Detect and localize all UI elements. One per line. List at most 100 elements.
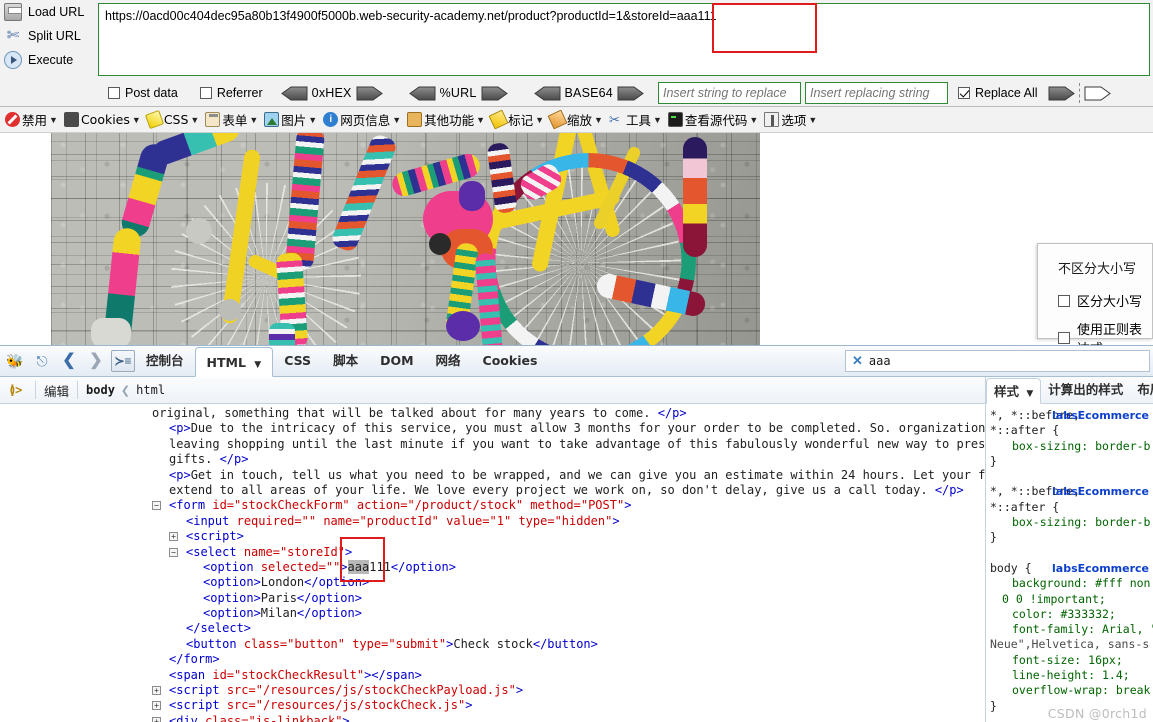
execute-button[interactable]: Execute — [0, 48, 95, 72]
referrer-checkbox[interactable]: Referrer — [199, 86, 263, 100]
code-line[interactable]: <p>Get in touch, tell us what you need t… — [0, 468, 985, 483]
encode-arrow-right-icon[interactable] — [617, 86, 644, 101]
tab-console[interactable]: 控制台 — [135, 346, 195, 376]
css-rule-line[interactable]: *, *::before, labsEcommerce — [986, 484, 1153, 499]
edit-source-icon[interactable]: ≬> — [5, 380, 27, 400]
use-regex-checkbox[interactable] — [1058, 332, 1070, 344]
menu-item-images[interactable]: 图片 ▼ — [261, 108, 320, 132]
replace-undo-arrow-icon[interactable] — [1084, 86, 1111, 101]
code-line[interactable]: <option>Milan</option> — [0, 606, 965, 621]
css-rule-line[interactable]: font-family: Arial, " — [986, 622, 1153, 637]
code-line[interactable]: original, something that will be talked … — [0, 406, 965, 421]
firebug-icon[interactable]: 🐝 — [3, 350, 27, 372]
css-rule-line[interactable]: *, *::before, labsEcommerce — [986, 408, 1153, 423]
menu-item-forms[interactable]: 表单 ▼ — [202, 108, 261, 132]
code-line[interactable]: − <select name="storeId"> — [0, 545, 965, 560]
breadcrumb-body[interactable]: body — [86, 383, 115, 397]
menu-item-cookies[interactable]: Cookies ▼ — [61, 108, 144, 132]
css-rule-line[interactable]: *::after { — [986, 500, 1153, 515]
css-rule-line[interactable]: line-height: 1.4; — [986, 668, 1153, 683]
css-rule-line[interactable]: background: #fff non — [986, 576, 1153, 591]
tab-dom[interactable]: DOM — [369, 346, 424, 376]
decode-arrow-left-icon[interactable] — [533, 86, 561, 101]
code-line[interactable]: − <form id="stockCheckForm" action="/prod… — [0, 498, 965, 513]
replace-all-checkbox[interactable]: Replace All — [957, 86, 1038, 100]
css-source-link[interactable]: labsEcommerce — [1052, 561, 1149, 576]
collapse-icon[interactable]: − — [152, 501, 161, 511]
navigate-back-icon[interactable]: ❮ — [57, 350, 81, 372]
base64-encoding-group[interactable]: BASE64 — [533, 86, 644, 101]
code-line[interactable]: <option>Paris</option> — [0, 591, 965, 606]
code-line[interactable]: </form> — [0, 652, 965, 667]
code-line[interactable]: extend to all areas of your life. We lov… — [0, 483, 965, 498]
command-line-icon[interactable]: ≻≡ — [111, 350, 135, 372]
load-url-button[interactable]: Load URL — [0, 0, 95, 24]
post-data-checkbox[interactable]: Post data — [108, 86, 178, 100]
code-line[interactable]: <p>Due to the intricacy of this service,… — [0, 421, 985, 436]
tab-css[interactable]: CSS — [273, 346, 322, 376]
menu-item-tools[interactable]: ✂ 工具 ▼ — [606, 108, 665, 132]
code-line[interactable]: <option selected="">aaa111</option> — [0, 559, 965, 575]
code-line[interactable]: gifts. </p> — [0, 452, 965, 467]
replace-search-input[interactable] — [657, 82, 801, 104]
decode-arrow-left-icon[interactable] — [280, 86, 308, 101]
replace-apply-arrow-icon[interactable] — [1048, 86, 1075, 101]
css-rule-line[interactable]: } — [986, 530, 1153, 545]
expand-icon[interactable]: + — [152, 701, 161, 711]
match-case-checkbox[interactable] — [1058, 294, 1070, 307]
css-rule-line[interactable] — [986, 469, 1153, 484]
css-rule-line[interactable]: overflow-wrap: break — [986, 683, 1153, 698]
match-case-option[interactable]: 区分大小写 — [1058, 291, 1152, 310]
tab-script[interactable]: 脚本 — [322, 346, 369, 376]
tab-html[interactable]: HTML ▼ — [194, 347, 274, 377]
tab-styles[interactable]: 样式 ▼ — [986, 378, 1042, 404]
css-rule-line[interactable] — [986, 546, 1153, 561]
tab-cookies[interactable]: Cookies — [472, 346, 549, 376]
hex-encoding-group[interactable]: 0xHEX — [280, 86, 383, 101]
encode-arrow-right-icon[interactable] — [356, 86, 383, 101]
navigate-forward-icon[interactable]: ❯ — [84, 350, 108, 372]
menu-item-outline[interactable]: 标记 ▼ — [488, 108, 547, 132]
breadcrumb-html[interactable]: html — [136, 383, 165, 397]
collapse-icon[interactable]: − — [169, 547, 178, 557]
menu-item-disable[interactable]: 禁用 ▼ — [2, 108, 61, 132]
css-rule-line[interactable]: Neue",Helvetica, sans-s — [986, 637, 1153, 652]
devtools-search-box[interactable]: ✕ aaa — [845, 350, 1150, 372]
css-source-link[interactable]: labsEcommerce — [1052, 408, 1149, 423]
inspect-element-icon[interactable]: ⎋ — [30, 350, 54, 372]
code-line[interactable]: <input required="" name="productId" valu… — [0, 514, 965, 529]
clear-search-icon[interactable]: ✕ — [852, 353, 863, 369]
menu-item-options[interactable]: 选项 ▼ — [761, 108, 820, 132]
edit-button[interactable]: 编辑 — [44, 381, 69, 400]
css-rule-line[interactable]: box-sizing: border-b — [986, 439, 1153, 454]
css-source-link[interactable]: labsEcommerce — [1052, 484, 1149, 499]
code-line[interactable]: <span id="stockCheckResult"></span> — [0, 668, 965, 683]
code-line[interactable]: <option>London</option> — [0, 575, 965, 590]
css-rule-line[interactable]: box-sizing: border-b — [986, 515, 1153, 530]
replace-with-input[interactable] — [804, 82, 948, 104]
url-input[interactable]: https://0acd00c404dec95a80b13f4900f5000b… — [98, 3, 1150, 76]
menu-item-page-info[interactable]: i 网页信息 ▼ — [320, 108, 404, 132]
code-line[interactable]: </select> — [0, 621, 965, 636]
menu-item-misc[interactable]: 其他功能 ▼ — [404, 108, 488, 132]
css-rule-line[interactable]: 0 0 !important; — [986, 592, 1153, 607]
split-url-button[interactable]: ✄ Split URL — [0, 24, 95, 48]
code-line[interactable]: + <script src="/resources/js/stockCheck.j… — [0, 698, 965, 713]
menu-item-resize[interactable]: 缩放 ▼ — [547, 108, 606, 132]
code-line[interactable]: + <script> — [0, 529, 965, 544]
expand-icon[interactable]: + — [152, 686, 161, 696]
html-source-pane[interactable]: original, something that will be talked … — [0, 404, 985, 722]
code-line[interactable]: + <script src="/resources/js/stockCheckPa… — [0, 683, 965, 698]
menu-item-view-source[interactable]: 查看源代码 ▼ — [665, 108, 761, 132]
expand-icon[interactable]: + — [152, 716, 161, 722]
css-rule-line[interactable]: body {labsEcommerce — [986, 561, 1153, 576]
css-rule-line[interactable]: } — [986, 454, 1153, 469]
encode-arrow-right-icon[interactable] — [481, 86, 508, 101]
url-encoding-group[interactable]: %URL — [408, 86, 508, 101]
css-rule-line[interactable]: font-size: 16px; — [986, 653, 1153, 668]
tab-computed-styles[interactable]: 计算出的样式 — [1041, 377, 1130, 403]
tab-layout[interactable]: 布局 — [1130, 377, 1153, 403]
code-line[interactable]: leaving shopping until the last minute i… — [0, 437, 985, 452]
expand-icon[interactable]: + — [169, 532, 178, 542]
tab-network[interactable]: 网络 — [425, 346, 472, 376]
